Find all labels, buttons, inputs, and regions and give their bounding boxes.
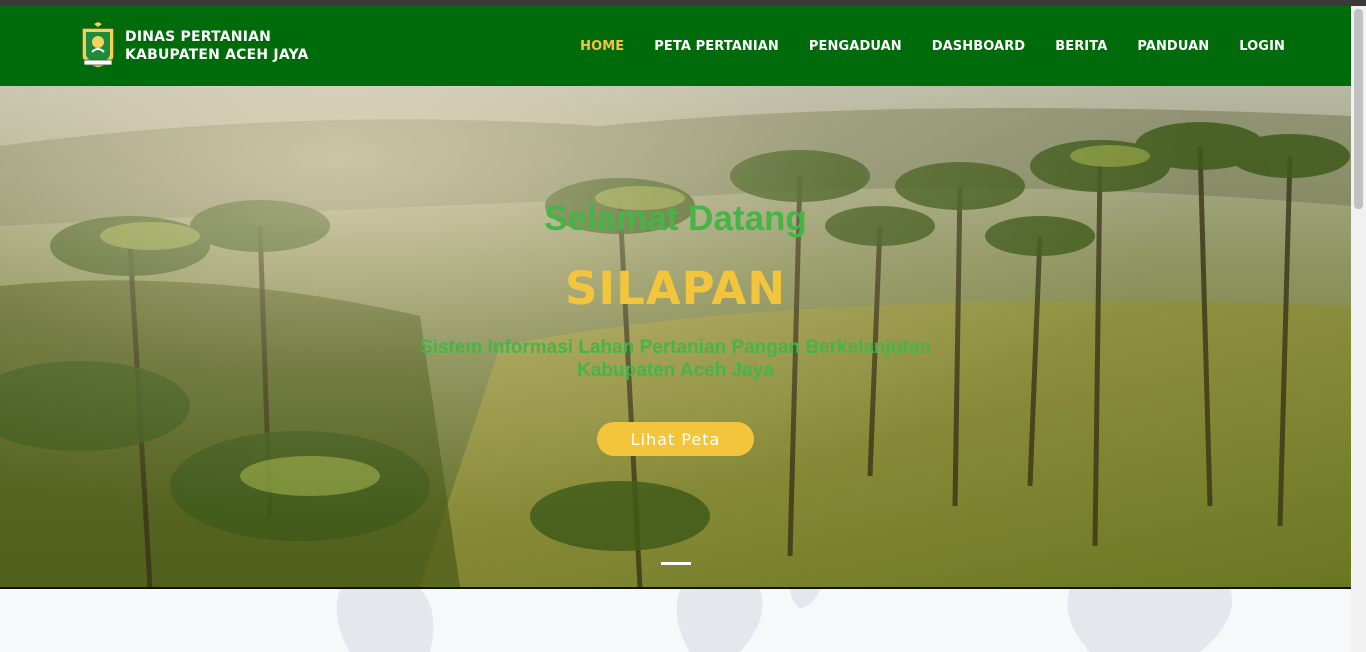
- nav-item-panduan[interactable]: PANDUAN: [1137, 39, 1209, 54]
- carousel-indicator[interactable]: [661, 562, 691, 565]
- lihat-peta-button[interactable]: Lihat Peta: [597, 422, 754, 456]
- brand-line-1: DINAS PERTANIAN: [125, 29, 272, 45]
- nav-item-dashboard[interactable]: DASHBOARD: [932, 39, 1025, 54]
- hero-subtitle-line-2: Kabupaten Aceh Jaya: [577, 360, 774, 381]
- hero-welcome-text: Selamat Datang: [544, 199, 807, 238]
- nav-item-pengaduan[interactable]: PENGADUAN: [809, 39, 902, 54]
- map-background-decor: [336, 589, 1232, 652]
- navbar: DINAS PERTANIAN KABUPATEN ACEH JAYA HOME…: [0, 6, 1351, 86]
- next-section: [0, 589, 1351, 652]
- scrollbar-thumb[interactable]: [1354, 9, 1363, 209]
- hero-subtitle: Sistem Informasi Lahan Pertanian Pangan …: [0, 336, 1351, 382]
- brand-line-2: KABUPATEN ACEH JAYA: [125, 47, 309, 63]
- nav-item-login[interactable]: LOGIN: [1239, 39, 1285, 54]
- nav-menu: HOME PETA PERTANIAN PENGADUAN DASHBOARD …: [550, 6, 1285, 86]
- page-scrollbar[interactable]: [1351, 6, 1366, 652]
- hero-content: Selamat Datang SILAPAN Sistem Informasi …: [0, 86, 1351, 587]
- hero-carousel: Selamat Datang SILAPAN Sistem Informasi …: [0, 86, 1351, 587]
- aceh-jaya-crest-icon: [81, 22, 115, 69]
- nav-item-berita[interactable]: BERITA: [1055, 39, 1107, 54]
- nav-item-peta-pertanian[interactable]: PETA PERTANIAN: [654, 39, 779, 54]
- brand-name: DINAS PERTANIAN KABUPATEN ACEH JAYA: [125, 28, 309, 64]
- brand[interactable]: DINAS PERTANIAN KABUPATEN ACEH JAYA: [78, 22, 309, 70]
- nav-item-home[interactable]: HOME: [580, 39, 624, 54]
- hero-app-name: SILAPAN: [565, 262, 786, 315]
- hero-subtitle-line-1: Sistem Informasi Lahan Pertanian Pangan …: [419, 337, 932, 358]
